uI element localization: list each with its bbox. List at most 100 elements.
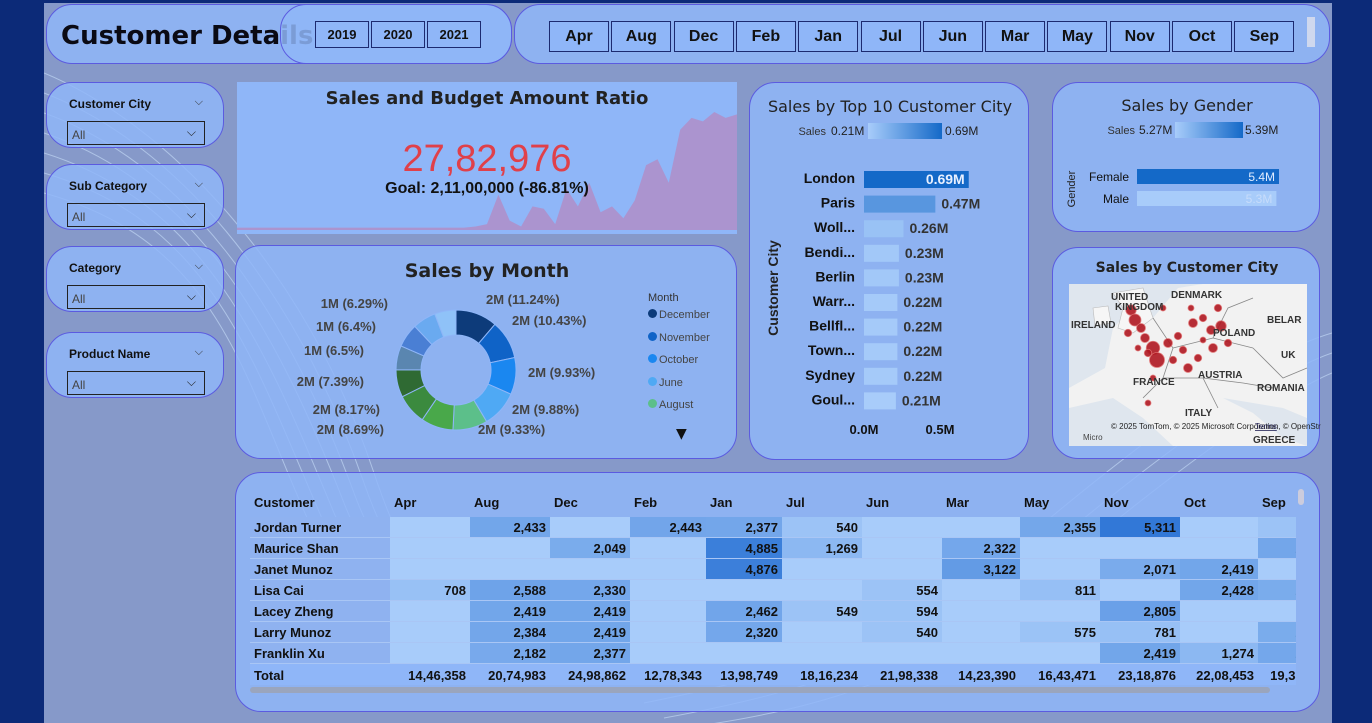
- customer-name[interactable]: Lacey Zheng: [250, 600, 390, 622]
- chevron-down-icon[interactable]: ⌵: [195, 259, 203, 273]
- month-button-may[interactable]: May: [1047, 21, 1108, 52]
- donut-legend-item[interactable]: December: [648, 309, 710, 321]
- map-bubble: [1193, 353, 1203, 363]
- matrix-cell: [942, 621, 1020, 643]
- matrix-cell: [1020, 537, 1100, 559]
- city-data-label: 0.22M: [903, 343, 942, 359]
- matrix-v-scrollbar[interactable]: [1298, 489, 1304, 505]
- map-visual[interactable]: UNITEDKINGDOMDENMARKIRELANDPOLANDBELARUK…: [1053, 248, 1321, 460]
- chevron-down-icon[interactable]: ⌵: [195, 177, 203, 191]
- month-button-mar[interactable]: Mar: [985, 21, 1046, 52]
- chevron-down-icon: ⌵: [186, 375, 196, 389]
- gender-bar-chart: Sales 5.27M 5.39M Gender Female 5.4M Male 5.3M: [1066, 122, 1279, 207]
- matrix-cell: [1258, 558, 1296, 580]
- month-button-aug[interactable]: Aug: [611, 21, 672, 52]
- map-bubble: [1208, 343, 1218, 353]
- donut-legend-item[interactable]: October: [648, 354, 698, 366]
- month-button-jun[interactable]: Jun: [922, 21, 983, 52]
- map-place-label: ITALY: [1185, 408, 1213, 419]
- legend-min: 0.21M: [831, 124, 864, 138]
- top-city-panel: Sales by Top 10 Customer City Sales 0.21M…: [749, 82, 1029, 460]
- total-cell: 23,18,876: [1100, 663, 1180, 685]
- map-bubble: [1183, 363, 1193, 373]
- year-button-2019[interactable]: 2019: [315, 21, 369, 48]
- month-button-feb[interactable]: Feb: [735, 21, 796, 52]
- year-button-2020[interactable]: 2020: [371, 21, 425, 48]
- year-button-2021[interactable]: 2021: [427, 21, 481, 48]
- gender-data-label: 5.4M: [1248, 170, 1275, 184]
- matrix-cell: [706, 642, 782, 664]
- slicer-sub-category: Sub Category ⌵ All ⌵: [46, 164, 224, 230]
- map-bubble: [1123, 328, 1133, 338]
- customer-name[interactable]: Janet Munoz: [250, 558, 390, 580]
- month-scrollbar[interactable]: [1307, 17, 1315, 47]
- donut-legend-item[interactable]: November: [648, 331, 710, 344]
- column-header[interactable]: Apr: [390, 487, 470, 517]
- matrix-cell: [630, 600, 706, 622]
- donut-legend-item[interactable]: August: [648, 399, 693, 411]
- customer-name[interactable]: Lisa Cai: [250, 579, 390, 601]
- slicer-label: Product Name: [69, 347, 151, 361]
- matrix-row: Lisa Cai7082,5882,3305548112,4282,04911,…: [250, 579, 1296, 601]
- city-bar: [864, 343, 898, 361]
- city-tick-label: Sydney: [805, 367, 855, 383]
- month-button-sep[interactable]: Sep: [1234, 21, 1295, 52]
- legend-gradient: [1175, 122, 1243, 138]
- column-header[interactable]: Sep: [1258, 487, 1296, 517]
- city-data-label: 0.21M: [902, 392, 941, 408]
- kpi-card: Sales and Budget Amount Ratio 27,82,976 …: [237, 82, 737, 234]
- matrix-cell: 3,122: [942, 558, 1020, 580]
- city-bar: [864, 244, 899, 262]
- chevron-down-icon[interactable]: ⌵: [195, 95, 203, 109]
- matrix-cell: [1180, 517, 1258, 538]
- donut-legend-item[interactable]: June: [648, 376, 683, 389]
- customer-name[interactable]: Maurice Shan: [250, 537, 390, 559]
- slicer-category: Category ⌵ All ⌵: [46, 246, 224, 312]
- map-bubble: [1187, 304, 1195, 312]
- month-button-dec[interactable]: Dec: [673, 21, 734, 52]
- customer-name[interactable]: Franklin Xu: [250, 642, 390, 664]
- month-button-oct[interactable]: Oct: [1172, 21, 1232, 52]
- column-header[interactable]: Dec: [550, 487, 630, 517]
- column-header[interactable]: Feb: [630, 487, 706, 517]
- matrix-cell: 1,269: [782, 537, 862, 559]
- column-header[interactable]: Jan: [706, 487, 782, 517]
- donut-data-label: 2M (7.39%): [297, 374, 364, 389]
- map-bubble: [1173, 331, 1183, 341]
- column-header[interactable]: Mar: [942, 487, 1020, 517]
- column-header[interactable]: Oct: [1180, 487, 1258, 517]
- customer-matrix: Customer Apr Aug Dec Feb Jan Jul Jun Mar May Nov Oc…: [250, 487, 1296, 685]
- month-button-nov[interactable]: Nov: [1109, 21, 1170, 52]
- column-header[interactable]: Aug: [470, 487, 550, 517]
- slicer-dropdown-sub-category[interactable]: All ⌵: [67, 203, 205, 227]
- slicer-label: Customer City: [69, 97, 152, 111]
- year-slicer-panel: 2019 2020 2021: [280, 4, 512, 64]
- customer-name[interactable]: Larry Munoz: [250, 621, 390, 643]
- column-header[interactable]: May: [1020, 487, 1100, 517]
- slicer-dropdown-product-name[interactable]: All ⌵: [67, 371, 205, 395]
- month-button-jul[interactable]: Jul: [860, 21, 921, 52]
- matrix-h-scrollbar[interactable]: [250, 687, 1270, 693]
- customer-name[interactable]: Jordan Turner: [250, 517, 390, 538]
- slicer-dropdown-customer-city[interactable]: All ⌵: [67, 121, 205, 145]
- slicer-dropdown-category[interactable]: All ⌵: [67, 285, 205, 309]
- column-header[interactable]: Jul: [782, 487, 862, 517]
- month-button-apr[interactable]: Apr: [549, 21, 609, 52]
- donut-data-label: 1M (6.5%): [304, 343, 364, 358]
- column-header[interactable]: Jun: [862, 487, 942, 517]
- chevron-down-icon[interactable]: ⌵: [195, 345, 203, 359]
- legend-dot-icon: [648, 309, 657, 318]
- matrix-cell: 1,274: [1180, 642, 1258, 664]
- column-header[interactable]: Nov: [1100, 487, 1180, 517]
- donut-data-label: 2M (8.69%): [317, 422, 384, 437]
- matrix-row: Franklin Xu2,1822,3772,4191,2742,33410,5: [250, 642, 1296, 664]
- legend-sales-label: Sales: [798, 126, 826, 138]
- column-header[interactable]: Customer: [250, 487, 390, 517]
- matrix-cell: [390, 558, 470, 580]
- matrix-cell: 2,419: [470, 600, 550, 622]
- matrix-cell: [942, 579, 1020, 601]
- x-tick-label: 0.0M: [850, 422, 879, 437]
- matrix-cell: [630, 621, 706, 643]
- legend-scroll-down-icon[interactable]: ▼: [676, 426, 687, 442]
- month-button-jan[interactable]: Jan: [798, 21, 859, 52]
